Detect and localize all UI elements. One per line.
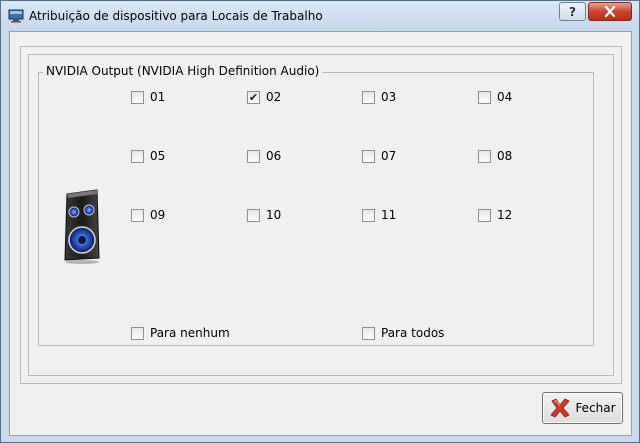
none-option[interactable]: Para nenhum (131, 326, 230, 340)
fechar-label: Fechar (575, 401, 616, 415)
workstation-checkbox-08[interactable] (478, 149, 491, 163)
workstation-checkbox-06[interactable] (247, 149, 260, 163)
all-label: Para todos (381, 326, 445, 340)
workstation-label: 01 (150, 90, 166, 104)
window-app-icon (8, 9, 24, 23)
workstation-option-11[interactable]: 11 (362, 208, 396, 222)
dialog-body: NVIDIA Output (NVIDIA High Definition Au… (9, 31, 632, 436)
workstation-option-01[interactable]: 01 (131, 90, 165, 104)
workstation-label: 11 (381, 208, 397, 222)
help-button[interactable]: ? (559, 2, 586, 21)
workstation-option-10[interactable]: 10 (247, 208, 281, 222)
red-x-icon (550, 398, 571, 418)
workstation-checkbox-10[interactable] (247, 208, 260, 222)
all-option[interactable]: Para todos (362, 326, 444, 340)
workstation-option-03[interactable]: 03 (362, 90, 396, 104)
workstation-label: 10 (266, 208, 282, 222)
workstation-label: 12 (497, 208, 513, 222)
workstation-checkbox-12[interactable] (478, 208, 491, 222)
workstation-checkbox-03[interactable] (362, 90, 375, 104)
workstation-label: 07 (381, 149, 397, 163)
workstation-option-08[interactable]: 08 (478, 149, 512, 163)
none-label: Para nenhum (150, 326, 230, 340)
workstation-option-06[interactable]: 06 (247, 149, 281, 163)
workstation-checkbox-07[interactable] (362, 149, 375, 163)
help-icon: ? (569, 4, 576, 19)
device-groupbox: NVIDIA Output (NVIDIA High Definition Au… (38, 64, 594, 346)
workstation-checkbox-01[interactable] (131, 90, 144, 104)
workstation-label: 04 (497, 90, 513, 104)
workstation-checkbox-04[interactable] (478, 90, 491, 104)
workstation-label: 08 (497, 149, 513, 163)
workstation-option-05[interactable]: 05 (131, 149, 165, 163)
window-title: Atribuição de dispositivo para Locais de… (29, 9, 323, 23)
workstation-option-04[interactable]: 04 (478, 90, 512, 104)
title-bar[interactable]: Atribuição de dispositivo para Locais de… (1, 1, 639, 31)
workstation-label: 06 (266, 149, 282, 163)
device-group-title: NVIDIA Output (NVIDIA High Definition Au… (43, 64, 323, 78)
workstation-label: 05 (150, 149, 166, 163)
workstation-checkbox-02[interactable]: ✔ (247, 90, 260, 104)
workstation-checkbox-09[interactable] (131, 208, 144, 222)
close-icon (604, 6, 616, 17)
outer-panel: NVIDIA Output (NVIDIA High Definition Au… (20, 46, 622, 384)
workstation-checkbox-11[interactable] (362, 208, 375, 222)
workstation-label: 09 (150, 208, 166, 222)
workstation-option-12[interactable]: 12 (478, 208, 512, 222)
workstation-option-09[interactable]: 09 (131, 208, 165, 222)
all-checkbox[interactable] (362, 326, 375, 340)
workstation-checkbox-05[interactable] (131, 149, 144, 163)
none-checkbox[interactable] (131, 326, 144, 340)
fechar-button[interactable]: Fechar (542, 392, 623, 424)
workstation-label: 02 (266, 90, 282, 104)
speaker-icon (64, 189, 100, 264)
window-close-button[interactable] (588, 2, 632, 21)
workstation-label: 03 (381, 90, 397, 104)
inner-panel: NVIDIA Output (NVIDIA High Definition Au… (28, 54, 614, 376)
workstation-option-07[interactable]: 07 (362, 149, 396, 163)
dialog-window: Atribuição de dispositivo para Locais de… (0, 0, 640, 443)
workstation-option-02[interactable]: ✔ 02 (247, 90, 281, 104)
